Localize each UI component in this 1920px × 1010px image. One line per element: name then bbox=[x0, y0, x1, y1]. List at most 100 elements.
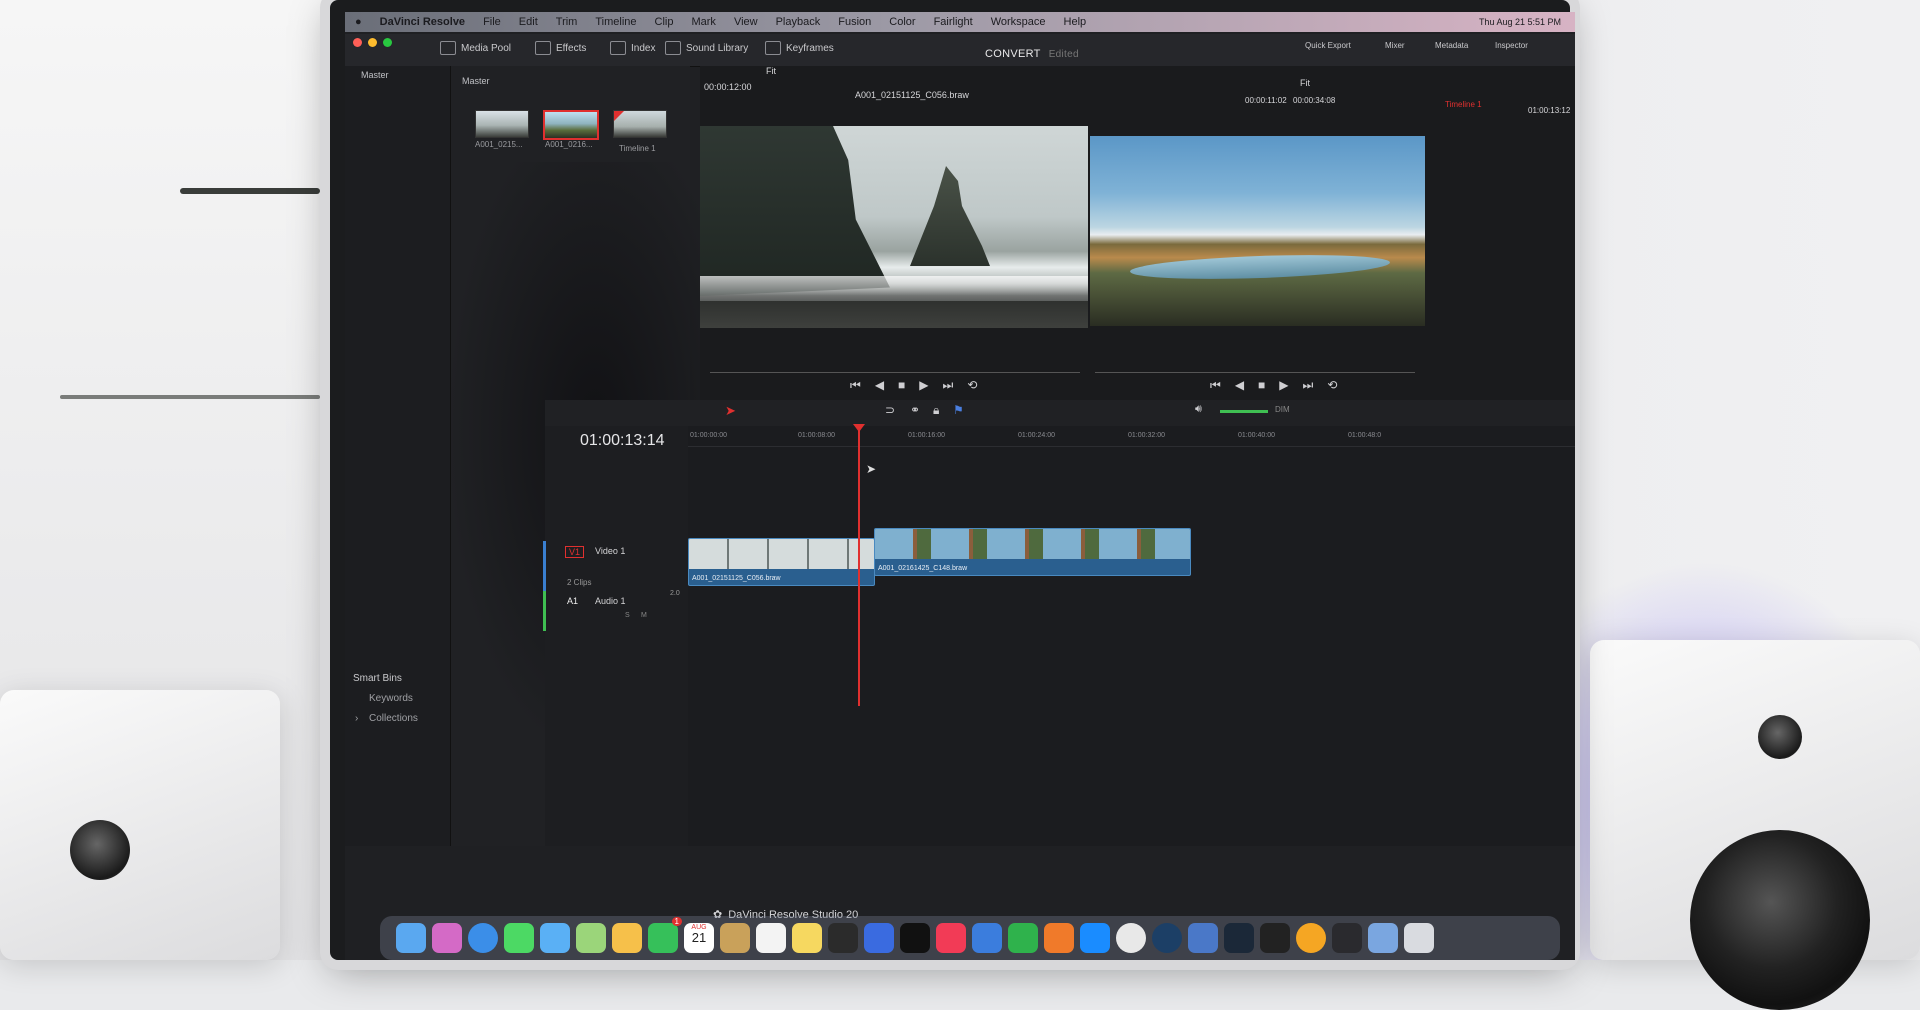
menubar-clock[interactable]: Thu Aug 21 5:51 PM bbox=[1479, 17, 1561, 27]
play-reverse-icon[interactable]: ◀ bbox=[1235, 378, 1244, 393]
contacts-icon[interactable] bbox=[720, 923, 750, 953]
menu-fairlight[interactable]: Fairlight bbox=[934, 16, 973, 28]
timeline-clip[interactable]: A001_02161425_C148.braw bbox=[874, 528, 1191, 576]
play-icon[interactable]: ▶ bbox=[919, 378, 928, 393]
calendar-icon[interactable]: AUG 21 bbox=[684, 923, 714, 953]
davinci-resolve-icon[interactable] bbox=[1332, 923, 1362, 953]
timeline-area[interactable]: 01:00:00:00 01:00:08:00 01:00:16:00 01:0… bbox=[688, 424, 1575, 846]
tv-icon[interactable] bbox=[900, 923, 930, 953]
index-toggle[interactable]: Index bbox=[610, 41, 655, 55]
mixer-toggle[interactable]: Mixer bbox=[1385, 41, 1405, 50]
timeline-timecode[interactable]: 01:00:13:14 bbox=[580, 432, 665, 450]
audio-track-id[interactable]: A1 bbox=[567, 596, 578, 606]
media-pool-toggle[interactable]: Media Pool bbox=[440, 41, 511, 55]
timeline-ruler[interactable]: 01:00:00:00 01:00:08:00 01:00:16:00 01:0… bbox=[688, 426, 1575, 447]
selection-tool-icon[interactable]: ➤ bbox=[725, 403, 736, 419]
solo-button[interactable]: S bbox=[625, 612, 630, 619]
menu-view[interactable]: View bbox=[734, 16, 758, 28]
stop-icon[interactable]: ■ bbox=[1258, 378, 1265, 393]
menu-trim[interactable]: Trim bbox=[556, 16, 578, 28]
loop-icon[interactable]: ⟲ bbox=[1327, 378, 1337, 393]
menu-edit[interactable]: Edit bbox=[519, 16, 538, 28]
mail-icon[interactable] bbox=[540, 923, 570, 953]
quick-export-toggle[interactable]: Quick Export bbox=[1305, 41, 1351, 50]
jump-start-icon[interactable]: ⏮ bbox=[850, 378, 861, 393]
maps-icon[interactable] bbox=[576, 923, 606, 953]
video-track-name[interactable]: Video 1 bbox=[595, 546, 625, 556]
trash-icon[interactable] bbox=[1404, 923, 1434, 953]
playhead[interactable] bbox=[853, 424, 865, 706]
chrome-icon[interactable] bbox=[1116, 923, 1146, 953]
pages-icon[interactable] bbox=[1044, 923, 1074, 953]
close-window-button[interactable] bbox=[353, 38, 362, 47]
link-icon[interactable]: ⚭ bbox=[910, 403, 920, 417]
menu-help[interactable]: Help bbox=[1064, 16, 1087, 28]
smart-bin-collections[interactable]: Collections bbox=[369, 713, 418, 724]
launchpad-icon[interactable] bbox=[432, 923, 462, 953]
downloads-folder-icon[interactable] bbox=[1368, 923, 1398, 953]
numbers-icon[interactable] bbox=[1008, 923, 1038, 953]
menu-app-name[interactable]: DaVinci Resolve bbox=[380, 16, 465, 28]
play-icon[interactable]: ▶ bbox=[1279, 378, 1288, 393]
timeline-thumbnail[interactable] bbox=[613, 110, 667, 138]
loop-icon[interactable]: ⟲ bbox=[967, 378, 977, 393]
messages-icon[interactable] bbox=[504, 923, 534, 953]
lock-icon[interactable]: 🔒︎ bbox=[933, 403, 939, 418]
menu-fusion[interactable]: Fusion bbox=[838, 16, 871, 28]
metadata-toggle[interactable]: Metadata bbox=[1435, 41, 1468, 50]
keyframes-toggle[interactable]: Keyframes bbox=[765, 41, 834, 55]
photos-icon[interactable] bbox=[612, 923, 642, 953]
inspector-toggle[interactable]: Inspector bbox=[1495, 41, 1528, 50]
menu-color[interactable]: Color bbox=[889, 16, 915, 28]
reminders-icon[interactable] bbox=[756, 923, 786, 953]
effects-toggle[interactable]: Effects bbox=[535, 41, 586, 55]
terminal-icon[interactable] bbox=[1260, 923, 1290, 953]
apple-icon[interactable]: ● bbox=[355, 16, 362, 28]
safari-icon[interactable] bbox=[468, 923, 498, 953]
mute-button[interactable]: M bbox=[641, 612, 647, 619]
jump-end-icon[interactable]: ⏭ bbox=[943, 378, 954, 393]
clip-thumbnail[interactable] bbox=[475, 110, 529, 138]
source-clip-name[interactable]: A001_02151125_C056.braw bbox=[855, 90, 969, 100]
bin-master[interactable]: Master bbox=[361, 70, 389, 80]
timeline-select[interactable]: Timeline 1 bbox=[1445, 100, 1482, 109]
steam-icon[interactable] bbox=[1224, 923, 1254, 953]
menu-clip[interactable]: Clip bbox=[655, 16, 674, 28]
sound-library-toggle[interactable]: Sound Library bbox=[665, 41, 748, 55]
program-viewer-frame[interactable] bbox=[1090, 136, 1425, 326]
flag-icon[interactable]: ⚑ bbox=[953, 403, 964, 417]
dim-button[interactable]: DIM bbox=[1275, 405, 1290, 414]
menu-file[interactable]: File bbox=[483, 16, 501, 28]
system-icon[interactable] bbox=[1152, 923, 1182, 953]
menu-timeline[interactable]: Timeline bbox=[595, 16, 636, 28]
minimize-window-button[interactable] bbox=[368, 38, 377, 47]
menu-playback[interactable]: Playback bbox=[776, 16, 821, 28]
freeform-icon[interactable] bbox=[864, 923, 894, 953]
audio-track-name[interactable]: Audio 1 bbox=[595, 596, 626, 606]
music-icon[interactable] bbox=[936, 923, 966, 953]
smart-bin-keywords[interactable]: Keywords bbox=[369, 693, 413, 704]
keynote-icon[interactable] bbox=[972, 923, 1002, 953]
play-reverse-icon[interactable]: ◀ bbox=[875, 378, 884, 393]
preview-icon[interactable] bbox=[1188, 923, 1218, 953]
program-zoom-select[interactable]: Fit bbox=[1300, 78, 1310, 88]
menu-mark[interactable]: Mark bbox=[691, 16, 715, 28]
jump-start-icon[interactable]: ⏮ bbox=[1210, 378, 1221, 393]
finder-icon[interactable] bbox=[396, 923, 426, 953]
app-store-icon[interactable] bbox=[1080, 923, 1110, 953]
final-cut-icon[interactable] bbox=[828, 923, 858, 953]
video-track-id[interactable]: V1 bbox=[565, 546, 585, 558]
volume-slider[interactable] bbox=[1220, 410, 1268, 413]
stop-icon[interactable]: ■ bbox=[898, 378, 905, 393]
menu-workspace[interactable]: Workspace bbox=[991, 16, 1046, 28]
snapping-icon[interactable]: ⊃ bbox=[885, 403, 895, 417]
program-scrub-bar[interactable] bbox=[1095, 372, 1415, 373]
chevron-right-icon[interactable]: › bbox=[355, 713, 358, 724]
source-zoom-select[interactable]: Fit bbox=[766, 66, 776, 76]
source-viewer-frame[interactable] bbox=[700, 126, 1088, 328]
jump-end-icon[interactable]: ⏭ bbox=[1303, 378, 1314, 393]
media-player-icon[interactable] bbox=[1296, 923, 1326, 953]
volume-icon[interactable]: 🔊︎ bbox=[1195, 403, 1202, 416]
zoom-window-button[interactable] bbox=[383, 38, 392, 47]
notes-icon[interactable] bbox=[792, 923, 822, 953]
